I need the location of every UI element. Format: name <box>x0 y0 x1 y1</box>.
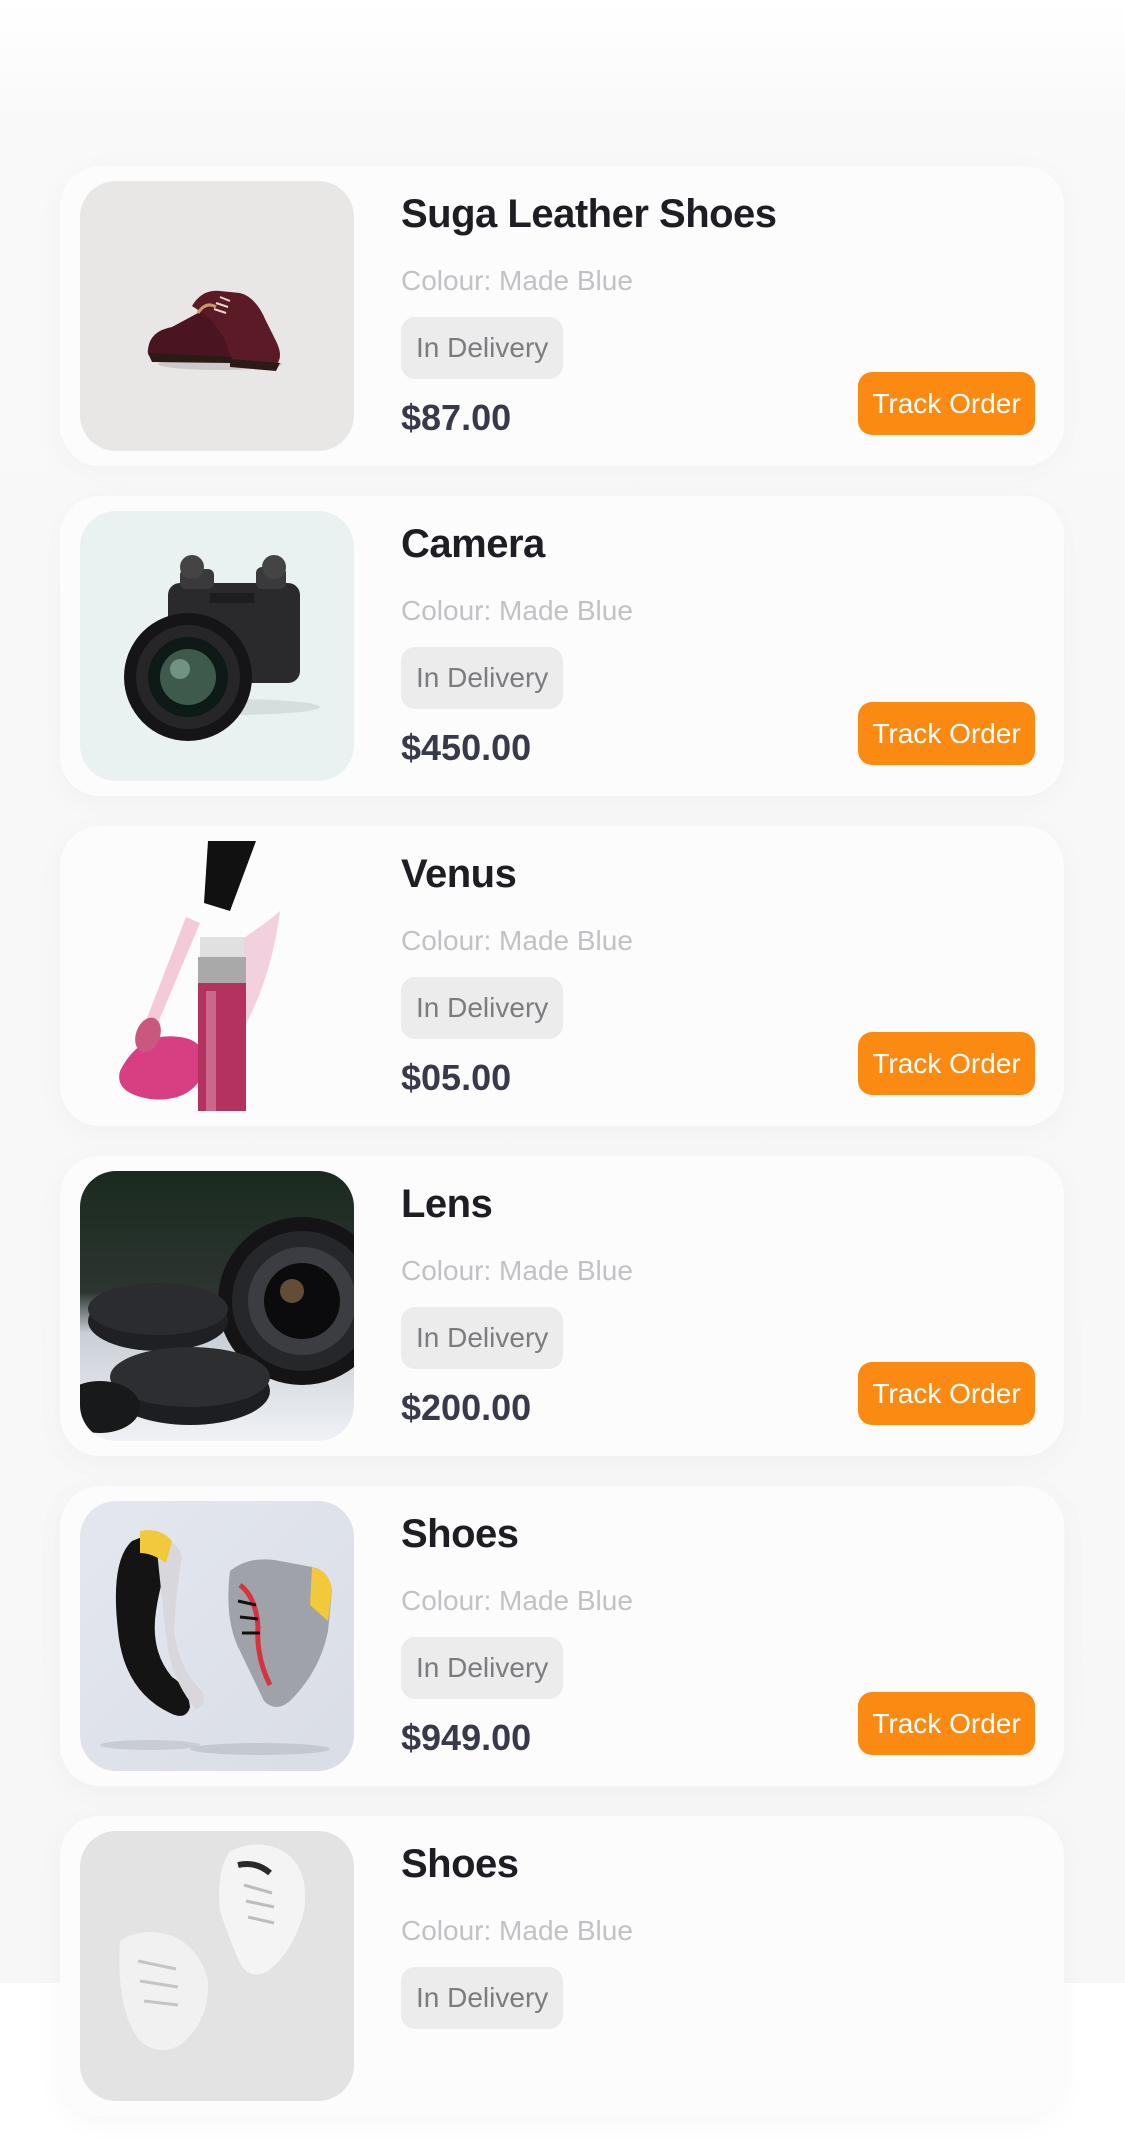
order-card[interactable]: Shoes Colour: Made Blue In Delivery $949… <box>60 1486 1064 1786</box>
item-title: Lens <box>401 1182 493 1226</box>
item-title: Suga Leather Shoes <box>401 192 777 236</box>
item-price: $200.00 <box>401 1387 532 1428</box>
item-colour: Colour: Made Blue <box>401 1255 633 1286</box>
lens-image <box>80 1171 354 1441</box>
item-title: Shoes <box>401 1842 519 1886</box>
track-order-button[interactable]: Track Order <box>858 1362 1035 1425</box>
item-price: $87.00 <box>401 397 512 438</box>
item-colour: Colour: Made Blue <box>401 595 633 626</box>
order-card[interactable]: Shoes Colour: Made Blue In Delivery <box>60 1816 1064 2116</box>
status-badge: In Delivery <box>401 1967 564 2029</box>
order-list: Suga Leather Shoes Colour: Made Blue In … <box>60 166 1064 2146</box>
white-sneakers-image <box>80 1831 354 2101</box>
item-title: Shoes <box>401 1512 519 1556</box>
item-colour: Colour: Made Blue <box>401 1585 633 1616</box>
track-order-button[interactable]: Track Order <box>858 702 1035 765</box>
status-badge: In Delivery <box>401 647 564 709</box>
item-colour: Colour: Made Blue <box>401 925 633 956</box>
item-title: Camera <box>401 522 545 566</box>
order-card[interactable]: Lens Colour: Made Blue In Delivery $200.… <box>60 1156 1064 1456</box>
item-colour: Colour: Made Blue <box>401 1915 633 1946</box>
status-badge: In Delivery <box>401 317 564 379</box>
track-order-button[interactable]: Track Order <box>858 1692 1035 1755</box>
status-badge: In Delivery <box>401 1637 564 1699</box>
order-card[interactable]: Camera Colour: Made Blue In Delivery $45… <box>60 496 1064 796</box>
item-title: Venus <box>401 852 517 896</box>
track-order-button[interactable]: Track Order <box>858 1032 1035 1095</box>
order-card[interactable]: Suga Leather Shoes Colour: Made Blue In … <box>60 166 1064 466</box>
track-order-button[interactable]: Track Order <box>858 372 1035 435</box>
item-price: $05.00 <box>401 1057 512 1098</box>
item-colour: Colour: Made Blue <box>401 265 633 296</box>
order-card[interactable]: Venus Colour: Made Blue In Delivery $05.… <box>60 826 1064 1126</box>
status-badge: In Delivery <box>401 1307 564 1369</box>
page-background: Suga Leather Shoes Colour: Made Blue In … <box>0 0 1125 2116</box>
status-badge: In Delivery <box>401 977 564 1039</box>
sneakers-image <box>80 1501 354 1771</box>
lip-gloss-image <box>80 841 354 1111</box>
leather-shoes-image <box>80 181 354 451</box>
camera-image <box>80 511 354 781</box>
item-price: $450.00 <box>401 727 532 768</box>
item-price: $949.00 <box>401 1717 532 1758</box>
